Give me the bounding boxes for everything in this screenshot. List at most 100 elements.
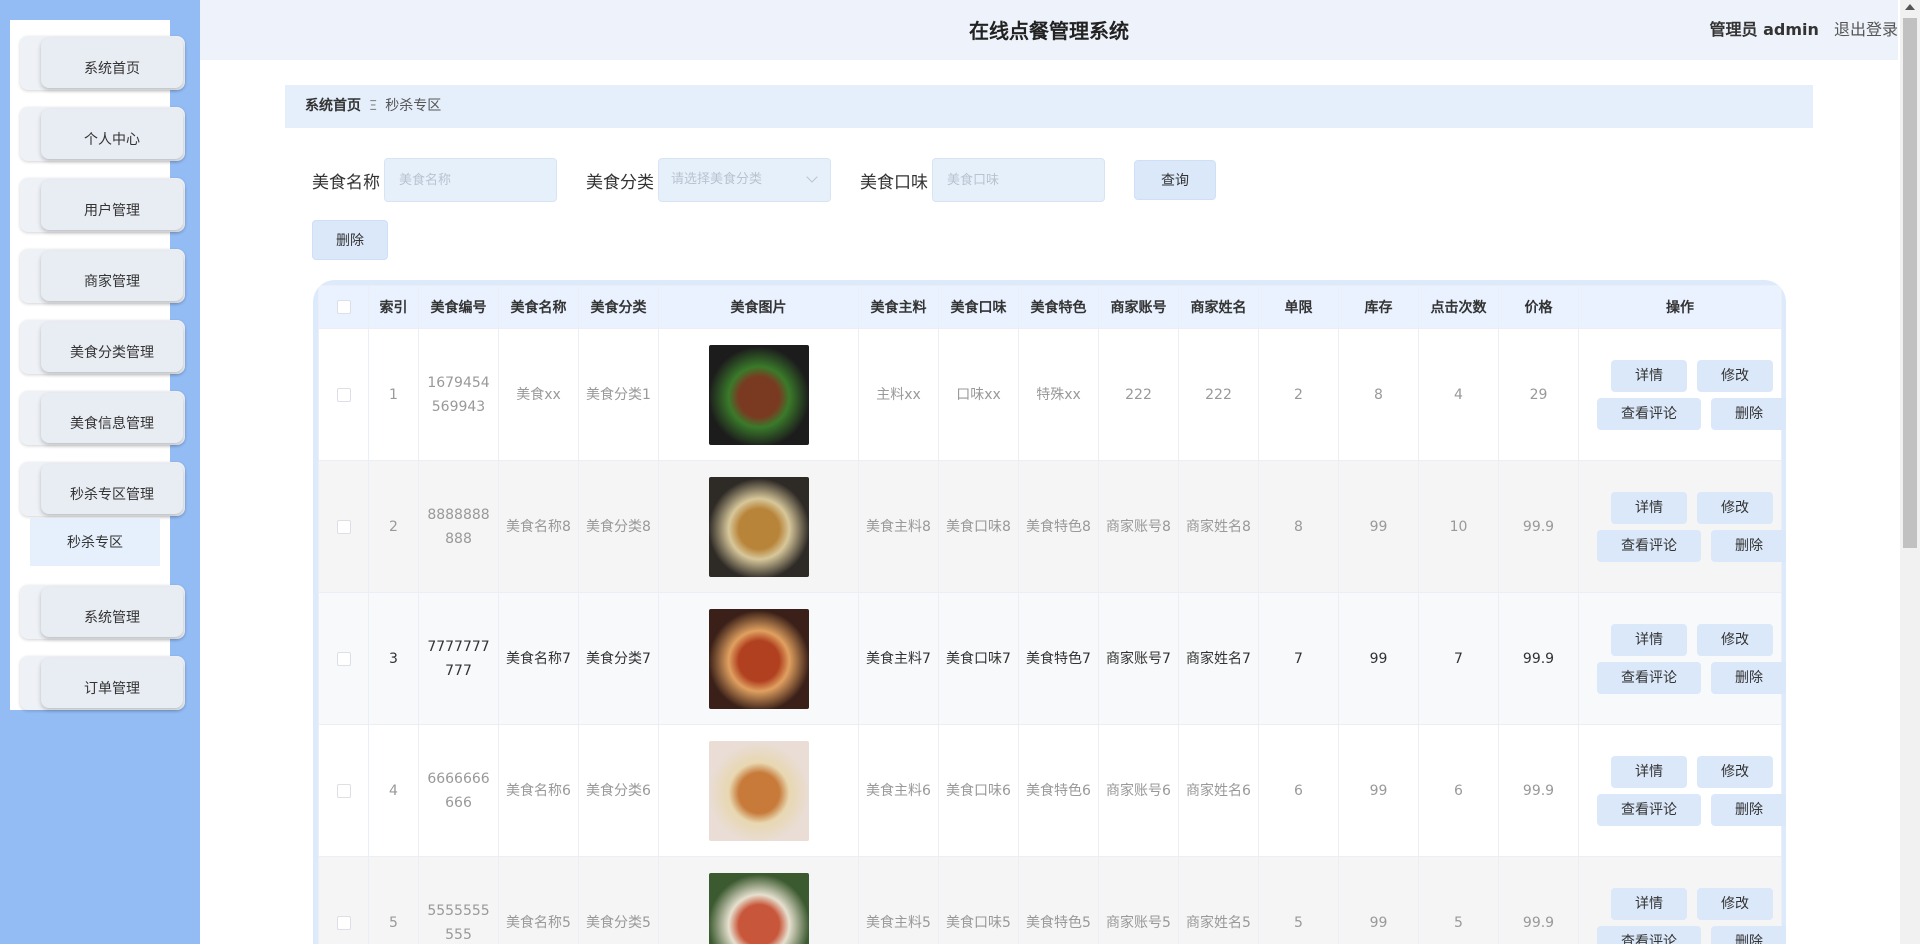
logout-link[interactable]: 退出登录	[1834, 20, 1898, 39]
sidebar-item-personal-center[interactable]: 个人中心	[20, 107, 185, 161]
edit-button[interactable]: 修改	[1697, 491, 1773, 524]
sidebar-item-user-management[interactable]: 用户管理	[20, 178, 185, 232]
sidebar-item-food-category-management[interactable]: 美食分类管理	[20, 320, 185, 374]
delete-row-button[interactable]: 删除	[1711, 793, 1786, 826]
sidebar-item-merchant-management[interactable]: 商家管理	[20, 249, 185, 303]
view-comments-button[interactable]: 查看评论	[1597, 793, 1701, 826]
row-checkbox[interactable]	[336, 783, 351, 798]
cell-stock: 99	[1338, 460, 1419, 593]
scroll-thumb[interactable]	[1903, 18, 1917, 548]
row-checkbox[interactable]	[336, 387, 351, 402]
detail-button[interactable]: 详情	[1611, 359, 1687, 392]
query-button[interactable]: 查询	[1134, 160, 1216, 200]
sidebar-item-label: 个人中心	[41, 109, 183, 159]
sidebar-item-label: 系统管理	[41, 587, 183, 637]
food-image	[708, 344, 809, 445]
column-taste: 美食口味	[938, 285, 1019, 329]
cell-merchant-name: 商家姓名8	[1178, 460, 1259, 593]
detail-button[interactable]: 详情	[1611, 755, 1687, 788]
row-select-cell[interactable]	[318, 856, 369, 944]
edit-button[interactable]: 修改	[1697, 755, 1773, 788]
sidebar-item-home[interactable]: 系统首页	[20, 36, 185, 90]
cell-feature: 特殊xx	[1018, 328, 1099, 461]
scroll-up-arrow-icon[interactable]	[1905, 4, 1915, 10]
food-name-input[interactable]	[384, 158, 557, 202]
submenu-item-flash-sale[interactable]: 秒杀专区	[30, 518, 160, 566]
cell-actions: 详情 修改 查看评论 删除	[1578, 856, 1786, 944]
cell-food-category: 美食分类7	[578, 592, 659, 725]
delete-row-button[interactable]: 删除	[1711, 661, 1786, 694]
user-label: 管理员 admin	[1709, 20, 1819, 39]
table-row: 3 7777777777 美食名称7 美食分类7 美食主料7 美食口味7 美食特…	[318, 592, 1786, 725]
row-actions: 详情 修改 查看评论 删除	[1585, 359, 1786, 430]
row-select-cell[interactable]	[318, 328, 369, 461]
app-title: 在线点餐管理系统	[969, 19, 1129, 43]
cell-merchant-account: 222	[1098, 328, 1179, 461]
cell-clicks: 6	[1418, 724, 1499, 857]
view-comments-button[interactable]: 查看评论	[1597, 661, 1701, 694]
row-select-cell[interactable]	[318, 724, 369, 857]
column-limit: 单限	[1258, 285, 1339, 329]
food-image	[708, 740, 809, 841]
cell-merchant-account: 商家账号5	[1098, 856, 1179, 944]
food-taste-label: 美食口味	[860, 173, 928, 193]
cell-food-image	[658, 856, 859, 944]
sidebar-item-order-management[interactable]: 订单管理	[20, 656, 185, 710]
row-actions: 详情 修改 查看评论 删除	[1585, 491, 1786, 562]
row-checkbox[interactable]	[336, 915, 351, 930]
delete-row-button[interactable]: 删除	[1711, 529, 1786, 562]
row-checkbox[interactable]	[336, 651, 351, 666]
detail-button[interactable]: 详情	[1611, 887, 1687, 920]
food-category-label: 美食分类	[586, 173, 654, 193]
food-category-select[interactable]: 请选择美食分类	[658, 158, 831, 202]
edit-button[interactable]: 修改	[1697, 887, 1773, 920]
food-image	[708, 872, 809, 944]
detail-button[interactable]: 详情	[1611, 491, 1687, 524]
cell-stock: 99	[1338, 592, 1419, 725]
row-select-cell[interactable]	[318, 592, 369, 725]
delete-row-button[interactable]: 删除	[1711, 397, 1786, 430]
view-comments-button[interactable]: 查看评论	[1597, 925, 1701, 944]
detail-button[interactable]: 详情	[1611, 623, 1687, 656]
breadcrumb-home[interactable]: 系统首页	[305, 98, 361, 114]
cell-index: 2	[368, 460, 419, 593]
row-select-cell[interactable]	[318, 460, 369, 593]
delete-row-button[interactable]: 删除	[1711, 925, 1786, 944]
sidebar-item-label: 系统首页	[41, 38, 183, 88]
delete-selected-button[interactable]: 删除	[312, 220, 388, 260]
food-taste-input[interactable]	[932, 158, 1105, 202]
row-checkbox[interactable]	[336, 519, 351, 534]
sidebar-item-system-management[interactable]: 系统管理	[20, 585, 185, 639]
cell-actions: 详情 修改 查看评论 删除	[1578, 328, 1786, 461]
food-category-placeholder: 请选择美食分类	[671, 172, 763, 187]
cell-merchant-name: 商家姓名7	[1178, 592, 1259, 725]
breadcrumb-separator-icon: Ξ	[369, 99, 378, 114]
breadcrumb: 系统首页 Ξ 秒杀专区	[285, 85, 1813, 128]
column-food-image: 美食图片	[658, 285, 859, 329]
sidebar-item-food-info-management[interactable]: 美食信息管理	[20, 391, 185, 445]
edit-button[interactable]: 修改	[1697, 623, 1773, 656]
cell-price: 99.9	[1498, 724, 1579, 857]
view-comments-button[interactable]: 查看评论	[1597, 397, 1701, 430]
column-feature: 美食特色	[1018, 285, 1099, 329]
cell-limit: 8	[1258, 460, 1339, 593]
sidebar-item-flash-sale-management[interactable]: 秒杀专区管理	[20, 462, 185, 516]
page-scrollbar[interactable]	[1900, 0, 1920, 944]
table-row: 2 8888888888 美食名称8 美食分类8 美食主料8 美食口味8 美食特…	[318, 460, 1786, 593]
cell-taste: 美食口味8	[938, 460, 1019, 593]
cell-merchant-name: 商家姓名5	[1178, 856, 1259, 944]
cell-limit: 7	[1258, 592, 1339, 725]
table-row: 5 5555555555 美食名称5 美食分类5 美食主料5 美食口味5 美食特…	[318, 856, 1786, 944]
cell-food-code: 7777777777	[418, 592, 499, 725]
row-actions: 详情 修改 查看评论 删除	[1585, 887, 1786, 944]
select-all-checkbox[interactable]	[336, 300, 351, 314]
sidebar-item-label: 秒杀专区管理	[41, 464, 183, 514]
cell-merchant-account: 商家账号8	[1098, 460, 1179, 593]
cell-index: 1	[368, 328, 419, 461]
column-select-all[interactable]	[318, 285, 369, 329]
view-comments-button[interactable]: 查看评论	[1597, 529, 1701, 562]
edit-button[interactable]: 修改	[1697, 359, 1773, 392]
cell-price: 99.9	[1498, 592, 1579, 725]
table-body: 1 1679454569943 美食xx 美食分类1 主料xx 口味xx 特殊x…	[318, 328, 1786, 944]
cell-food-image	[658, 328, 859, 461]
